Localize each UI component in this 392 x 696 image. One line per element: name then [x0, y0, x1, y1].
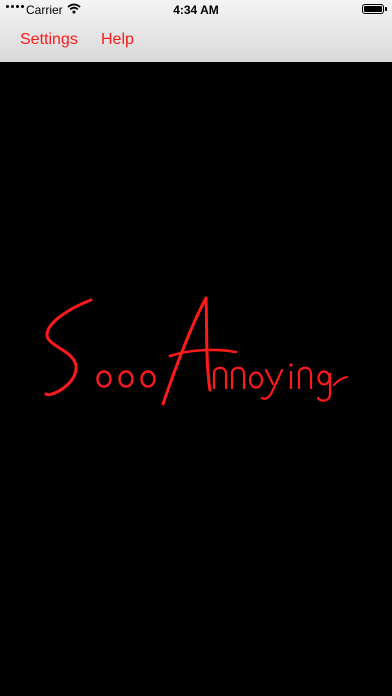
status-time: 4:34 AM	[173, 3, 219, 17]
status-bar: Carrier 4:34 AM	[0, 0, 392, 20]
main-content	[0, 62, 392, 696]
navigation-bar: Settings Help	[0, 20, 392, 62]
app-screen: Carrier 4:34 AM Settings Help	[0, 0, 392, 696]
battery-fill	[364, 6, 382, 12]
sooo-annoying-logo	[44, 296, 348, 406]
settings-button[interactable]: Settings	[20, 31, 78, 49]
top-bar: Carrier 4:34 AM Settings Help	[0, 0, 392, 63]
battery-icon	[362, 4, 387, 14]
help-button[interactable]: Help	[101, 31, 134, 49]
